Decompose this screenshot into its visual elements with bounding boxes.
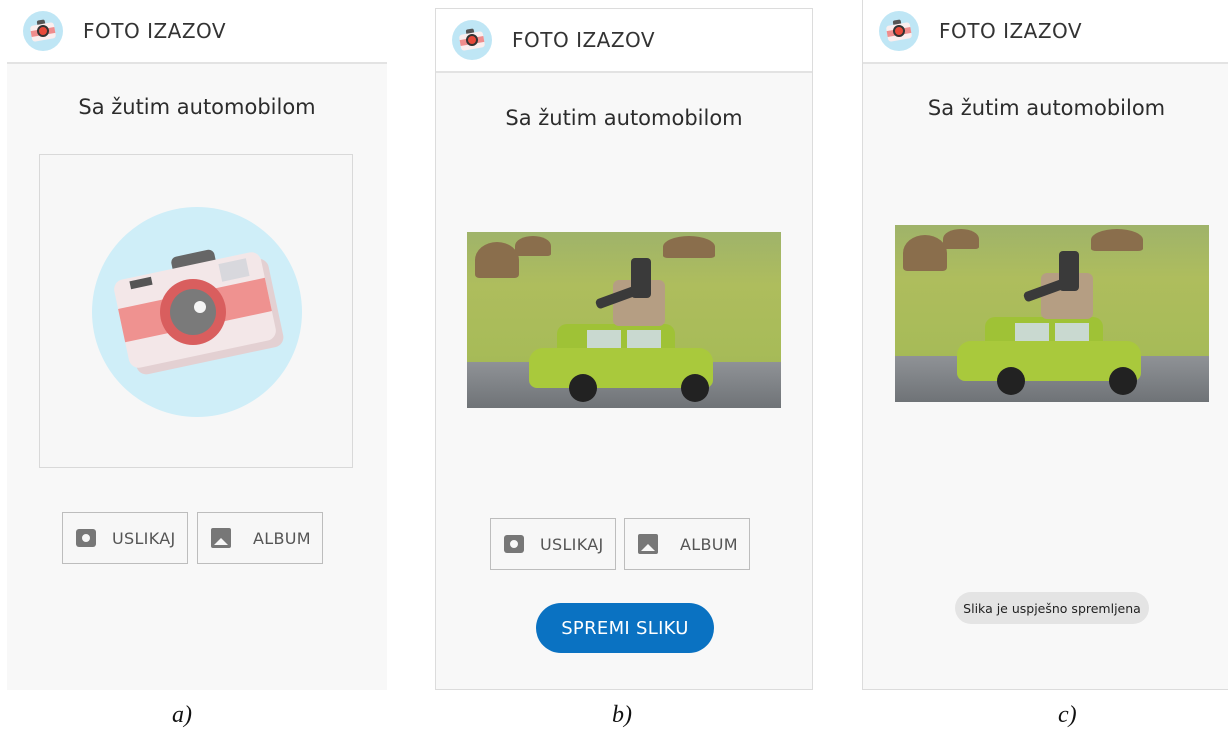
album-button[interactable]: ALBUM <box>197 512 323 564</box>
app-bar: FOTO IZAZOV <box>7 0 387 64</box>
capture-button-label: USLIKAJ <box>540 534 604 554</box>
challenge-title: Sa žutim automobilom <box>505 106 743 130</box>
app-title: FOTO IZAZOV <box>512 28 656 52</box>
camera-icon <box>504 535 524 553</box>
app-title: FOTO IZAZOV <box>83 19 227 43</box>
caption-a: a) <box>172 702 192 728</box>
app-title: FOTO IZAZOV <box>939 19 1083 43</box>
app-bar: FOTO IZAZOV <box>436 9 812 73</box>
save-photo-button[interactable]: SPREMI SLIKU <box>536 603 714 653</box>
challenge-title: Sa žutim automobilom <box>78 95 316 119</box>
camera-logo-icon <box>879 11 919 51</box>
caption-b: b) <box>612 702 632 728</box>
album-button[interactable]: ALBUM <box>624 518 750 570</box>
screen-b: FOTO IZAZOV Sa žutim automobilom USLIKAJ… <box>435 8 813 690</box>
image-icon <box>638 534 658 554</box>
album-button-label: ALBUM <box>680 534 738 554</box>
photo-placeholder <box>39 154 353 468</box>
app-bar: FOTO IZAZOV <box>863 0 1228 64</box>
camera-logo-icon <box>452 20 492 60</box>
caption-c: c) <box>1058 702 1077 728</box>
screen-c: FOTO IZAZOV Sa žutim automobilom Slika j… <box>862 0 1228 690</box>
capture-button-label: USLIKAJ <box>112 528 176 548</box>
image-icon <box>211 528 231 548</box>
camera-placeholder-icon <box>92 207 302 417</box>
capture-button[interactable]: USLIKAJ <box>62 512 188 564</box>
selected-photo <box>895 225 1209 402</box>
success-toast: Slika je uspješno spremljena <box>955 592 1149 624</box>
album-button-label: ALBUM <box>253 528 311 548</box>
capture-button[interactable]: USLIKAJ <box>490 518 616 570</box>
screen-a: FOTO IZAZOV Sa žutim automobilom USLIKAJ… <box>7 0 387 690</box>
challenge-title: Sa žutim automobilom <box>927 96 1166 120</box>
selected-photo <box>467 232 781 408</box>
camera-logo-icon <box>23 11 63 51</box>
camera-icon <box>76 529 96 547</box>
